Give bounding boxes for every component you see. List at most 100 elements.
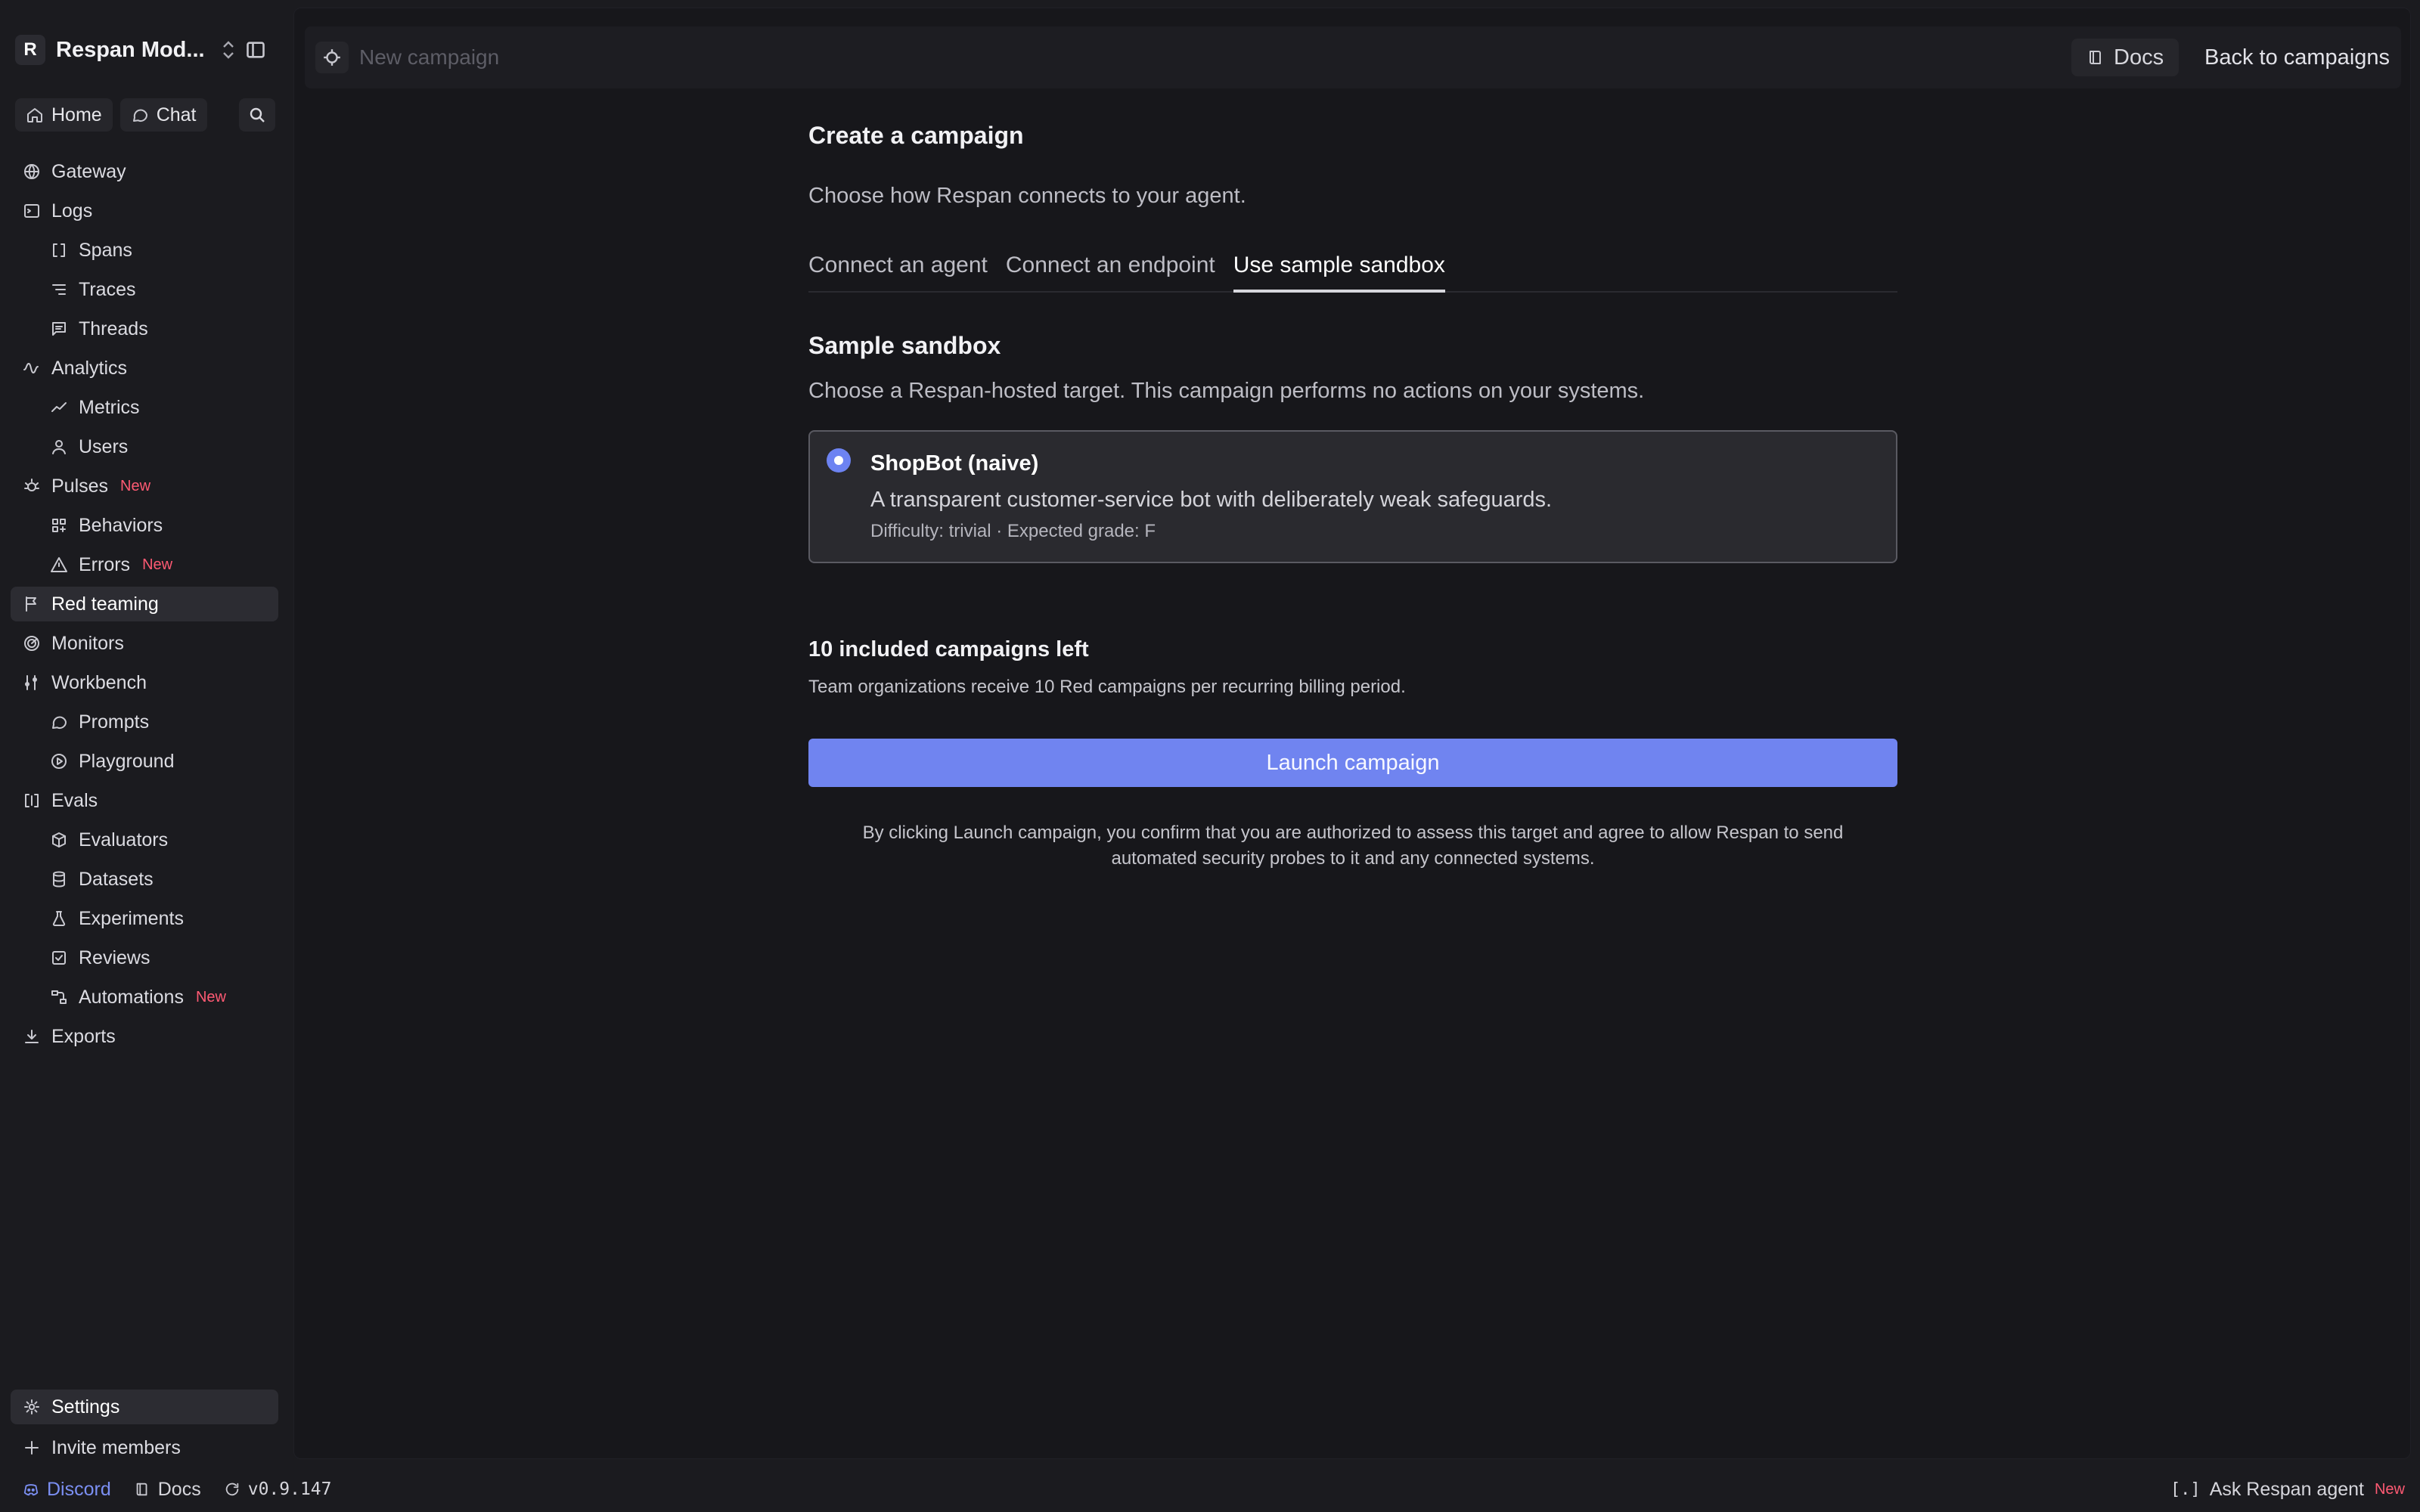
book-icon [134, 1481, 150, 1498]
back-to-campaigns-button[interactable]: Back to campaigns [2188, 39, 2406, 76]
section-title: Sample sandbox [808, 332, 1001, 359]
panel-left-icon [245, 39, 266, 60]
sidebar-item-prompts[interactable]: Prompts [11, 705, 278, 739]
tab-connect-an-endpoint[interactable]: Connect an endpoint [1006, 250, 1215, 293]
plus-icon [23, 1439, 41, 1457]
chat-label: Chat [156, 104, 197, 125]
tools-icon [23, 674, 41, 692]
sun-bug-icon [23, 477, 41, 495]
version-indicator[interactable]: v0.9.147 [224, 1479, 332, 1499]
crosshair-icon [322, 48, 342, 67]
sidebar-item-errors[interactable]: Errors New [11, 547, 278, 582]
sandbox-radio[interactable] [827, 448, 851, 472]
home-label: Home [51, 104, 102, 125]
sidebar-item-spans[interactable]: Spans [11, 233, 278, 268]
sidebar-item-evals[interactable]: Evals [11, 783, 278, 818]
sidebar-item-label: Gateway [51, 160, 126, 182]
new-badge: New [2374, 1480, 2405, 1498]
sidebar-item-label: Datasets [79, 868, 154, 890]
page-subtitle: Choose how Respan connects to your agent… [808, 184, 1246, 208]
sidebar-item-pulses[interactable]: Pulses New [11, 469, 278, 503]
sandbox-meta: Difficulty: trivial · Expected grade: F [870, 521, 1156, 541]
sidebar-item-red-teaming[interactable]: Red teaming [11, 587, 278, 621]
sidebar-item-label: Behaviors [79, 514, 163, 536]
tab-connect-an-agent[interactable]: Connect an agent [808, 250, 988, 293]
sandbox-title: ShopBot (naive) [870, 451, 1039, 476]
activity-icon [23, 359, 41, 377]
sidebar-item-threads[interactable]: Threads [11, 311, 278, 346]
box-icon [50, 831, 68, 849]
sidebar-item-gateway[interactable]: Gateway [11, 154, 278, 189]
message-square-icon [50, 320, 68, 338]
sidebar-item-label: Users [79, 435, 129, 457]
refresh-icon [224, 1481, 240, 1498]
grid-icon [50, 516, 68, 534]
radio-selected-dot [834, 456, 843, 465]
sidebar-item-users[interactable]: Users [11, 429, 278, 464]
connection-tabs: Connect an agent Connect an endpoint Use s… [808, 250, 1897, 293]
sidebar-item-playground[interactable]: Playground [11, 744, 278, 779]
sidebar-item-metrics[interactable]: Metrics [11, 390, 278, 425]
sidebar-item-label: Workbench [51, 671, 147, 693]
play-circle-icon [50, 752, 68, 770]
home-icon [26, 106, 44, 124]
sidebar-item-traces[interactable]: Traces [11, 272, 278, 307]
status-bar: Discord Docs v0.9.147 [.] Ask Respan age… [0, 1467, 2420, 1512]
sidebar-item-monitors[interactable]: Monitors [11, 626, 278, 661]
footer-docs-link[interactable]: Docs [134, 1479, 201, 1501]
sidebar-item-reviews[interactable]: Reviews [11, 940, 278, 975]
sidebar-item-logs[interactable]: Logs [11, 194, 278, 228]
sidebar-item-evaluators[interactable]: Evaluators [11, 823, 278, 857]
sidebar-item-behaviors[interactable]: Behaviors [11, 508, 278, 543]
ask-agent-button[interactable]: [.] Ask Respan agent New [2170, 1467, 2405, 1512]
sidebar-item-exports[interactable]: Exports [11, 1019, 278, 1054]
workspace-name: Respan Mod... [56, 37, 205, 62]
discord-icon [23, 1481, 39, 1498]
sidebar: R Respan Mod... Home Chat Gateway Logs Spa… [0, 0, 287, 1464]
sidebar-item-label: Logs [51, 200, 93, 222]
chat-button[interactable]: Chat [119, 98, 207, 132]
sidebar-item-label: Settings [51, 1396, 120, 1418]
user-icon [50, 438, 68, 456]
gear-icon [23, 1398, 41, 1416]
sidebar-item-label: Metrics [79, 396, 140, 418]
sidebar-item-automations[interactable]: Automations New [11, 980, 278, 1015]
home-button[interactable]: Home [15, 98, 113, 132]
sidebar-item-analytics[interactable]: Analytics [11, 351, 278, 386]
new-badge: New [120, 477, 151, 494]
sidebar-item-invite-members[interactable]: Invite members [11, 1430, 278, 1465]
discord-link[interactable]: Discord [23, 1479, 111, 1501]
sandbox-option-card[interactable]: ShopBot (naive) A transparent customer-s… [808, 430, 1897, 563]
columns-icon [23, 792, 41, 810]
sidebar-item-workbench[interactable]: Workbench [11, 665, 278, 700]
launch-campaign-button[interactable]: Launch campaign [808, 739, 1897, 787]
chat-bubble-icon [50, 713, 68, 731]
legal-line-2: automated security probes to it and any … [1111, 848, 1595, 869]
section-subtitle: Choose a Respan-hosted target. This camp… [808, 379, 1645, 403]
workspace-avatar: R [15, 35, 45, 65]
sidebar-toggle-button[interactable] [237, 35, 274, 65]
sidebar-item-label: Experiments [79, 907, 184, 929]
sidebar-item-label: Threads [79, 318, 148, 339]
globe-icon [23, 163, 41, 181]
search-icon [248, 106, 266, 124]
workflow-icon [50, 988, 68, 1006]
sidebar-item-label: Monitors [51, 632, 124, 654]
sidebar-item-settings[interactable]: Settings [11, 1390, 278, 1424]
campaign-title[interactable]: New campaign [359, 45, 499, 70]
workspace-switcher[interactable]: R Respan Mod... [15, 35, 237, 65]
docs-button-label: Docs [2114, 45, 2164, 70]
create-campaign-form: Create a campaign Choose how Respan conn… [808, 122, 1897, 869]
sidebar-item-label: Evaluators [79, 829, 169, 850]
docs-label: Docs [157, 1478, 201, 1500]
campaign-icon-button[interactable] [315, 42, 349, 73]
search-button[interactable] [239, 98, 275, 132]
sidebar-item-label: Spans [79, 239, 132, 261]
version-label: v0.9.147 [247, 1479, 332, 1499]
docs-button[interactable]: Docs [2071, 39, 2180, 76]
check-square-icon [50, 949, 68, 967]
tab-use-sample-sandbox[interactable]: Use sample sandbox [1233, 250, 1445, 293]
sidebar-item-experiments[interactable]: Experiments [11, 901, 278, 936]
sidebar-item-datasets[interactable]: Datasets [11, 862, 278, 897]
flag-icon [23, 595, 41, 613]
